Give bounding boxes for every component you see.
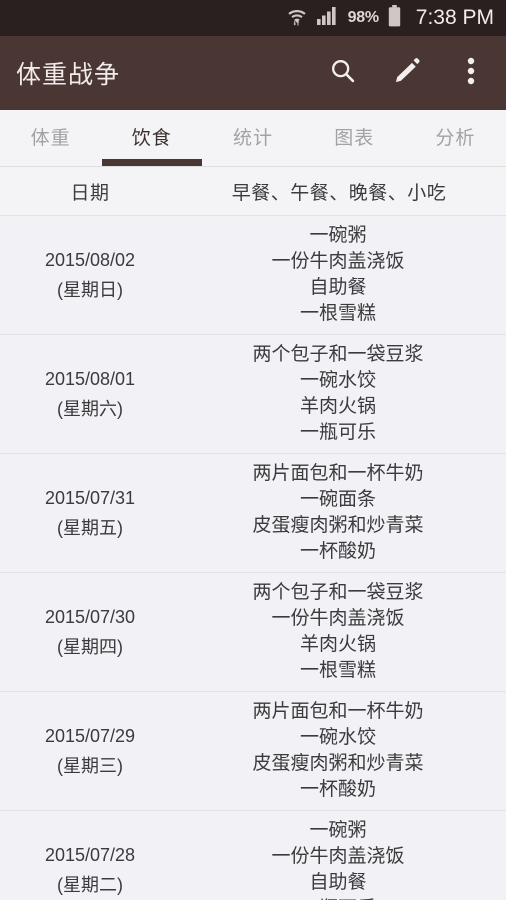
edit-button[interactable] — [390, 56, 424, 90]
meal-line: 一份牛肉盖浇饭 — [271, 251, 405, 272]
app-bar-actions — [326, 56, 488, 90]
meal-line: 两片面包和一杯牛奶 — [252, 463, 424, 484]
meal-line: 一份牛肉盖浇饭 — [271, 846, 405, 867]
status-bar-icons: 98% 7:38 PM — [286, 4, 494, 32]
meal-line: 一瓶可乐 — [180, 896, 496, 900]
table-column-header: 日期 早餐、午餐、晚餐、小吃 — [0, 167, 506, 216]
meal-line: 羊肉火锅 — [299, 396, 376, 417]
meal-line: 一碗粥 — [309, 225, 367, 246]
meal-line: 一瓶可乐 — [299, 422, 376, 443]
meal-line: 一份牛肉盖浇饭 — [271, 608, 405, 629]
column-header-meals: 早餐、午餐、晚餐、小吃 — [231, 182, 447, 204]
battery-icon — [388, 4, 401, 32]
meal-line: 两个包子和一袋豆浆 — [252, 582, 424, 603]
row-date-cell: 2015/07/31 (星期五) — [0, 483, 180, 543]
tab-diet[interactable]: 饮食 — [101, 110, 202, 166]
row-date: 2015/07/30 — [44, 607, 136, 627]
row-date-cell: 2015/07/29 (星期三) — [0, 721, 180, 781]
row-meals-cell: 两片面包和一杯牛奶 一碗水饺皮蛋瘦肉粥和炒青菜 一杯酸奶 — [180, 692, 506, 810]
tab-charts[interactable]: 图表 — [304, 110, 405, 166]
row-weekday: (星期六) — [57, 399, 123, 419]
row-date: 2015/08/01 — [44, 369, 136, 389]
meal-line: 一碗水饺 — [299, 370, 376, 391]
battery-percent-label: 98% — [347, 9, 379, 26]
row-meals-cell: 一碗粥一份牛肉盖浇饭自助餐一瓶可乐 — [180, 811, 506, 900]
table-row[interactable]: 2015/07/31 (星期五) 两片面包和一杯牛奶 一碗面条皮蛋瘦肉粥和炒青菜 一杯酸… — [0, 454, 506, 573]
meal-line: 一碗粥 — [309, 820, 367, 841]
meal-line: 两个包子和一袋豆浆 — [252, 344, 424, 365]
status-bar: 98% 7:38 PM — [0, 0, 506, 36]
row-weekday: (星期五) — [57, 518, 123, 538]
row-meals-cell: 两个包子和一袋豆浆 一碗水饺羊肉火锅一瓶可乐 — [180, 335, 506, 453]
table-row[interactable]: 2015/07/30 (星期四) 两个包子和一袋豆浆 一份牛肉盖浇饭 羊肉火锅一根雪糕 — [0, 573, 506, 692]
row-date-cell: 2015/07/28 (星期二) — [0, 840, 180, 900]
table-row[interactable]: 2015/07/29 (星期三) 两片面包和一杯牛奶 一碗水饺皮蛋瘦肉粥和炒青菜 一杯酸… — [0, 692, 506, 811]
search-icon — [329, 57, 357, 90]
tab-stats[interactable]: 统计 — [202, 110, 303, 166]
row-weekday: (星期二) — [57, 875, 123, 895]
tab-analysis[interactable]: 分析 — [405, 110, 506, 166]
meal-line: 一根雪糕 — [299, 303, 376, 324]
row-meals-cell: 两个包子和一袋豆浆 一份牛肉盖浇饭 羊肉火锅一根雪糕 — [180, 573, 506, 691]
row-date-cell: 2015/08/02 (星期日) — [0, 245, 180, 305]
meal-line: 皮蛋瘦肉粥和炒青菜 — [252, 515, 424, 536]
app-bar: 体重战争 — [0, 36, 506, 110]
column-header-date: 日期 — [70, 182, 110, 204]
cellular-signal-icon — [316, 6, 339, 31]
edit-icon — [393, 57, 421, 90]
meal-line: 两片面包和一杯牛奶 — [252, 701, 424, 722]
tab-weight[interactable]: 体重 — [0, 110, 101, 166]
diet-list: 2015/08/02 (星期日) 一碗粥 一份牛肉盖浇饭 自助餐 一根雪糕 2015/08/… — [0, 216, 506, 900]
table-row[interactable]: 2015/08/01 (星期六) 两个包子和一袋豆浆 一碗水饺羊肉火锅一瓶可乐 — [0, 335, 506, 454]
row-weekday: (星期四) — [57, 637, 123, 657]
row-date: 2015/08/02 — [44, 250, 136, 270]
meal-line: 一碗面条 — [299, 489, 376, 510]
row-date: 2015/07/31 — [44, 488, 136, 508]
row-meals-cell: 两片面包和一杯牛奶 一碗面条皮蛋瘦肉粥和炒青菜 一杯酸奶 — [180, 454, 506, 572]
meal-line: 一碗水饺 — [299, 727, 376, 748]
meal-line: 羊肉火锅 — [299, 634, 376, 655]
overflow-menu-button[interactable] — [454, 56, 488, 90]
row-weekday: (星期日) — [57, 280, 123, 300]
table-row[interactable]: 2015/08/02 (星期日) 一碗粥一份牛肉盖浇饭 自助餐一根雪糕 — [0, 216, 506, 335]
row-weekday: (星期三) — [57, 756, 123, 776]
status-bar-clock: 7:38 PM — [415, 6, 494, 29]
row-date: 2015/07/28 — [44, 845, 136, 865]
row-date: 2015/07/29 — [44, 726, 136, 746]
meal-line: 一根雪糕 — [299, 660, 376, 681]
overflow-menu-icon — [467, 56, 475, 91]
wifi-icon — [286, 5, 308, 32]
app-root: 98% 7:38 PM 体重战争 体重 饮食 统计 图表 分析 日期 早餐、午餐… — [0, 0, 506, 900]
row-date-cell: 2015/07/30 (星期四) — [0, 602, 180, 662]
meal-line: 一杯酸奶 — [299, 541, 376, 562]
meal-line: 自助餐 — [309, 277, 367, 298]
search-button[interactable] — [326, 56, 360, 90]
row-date-cell: 2015/08/01 (星期六) — [0, 364, 180, 424]
row-meals-cell: 一碗粥一份牛肉盖浇饭 自助餐一根雪糕 — [180, 216, 506, 334]
meal-line: 一杯酸奶 — [299, 779, 376, 800]
meal-line: 自助餐 — [309, 872, 367, 893]
tab-bar: 体重 饮食 统计 图表 分析 — [0, 110, 506, 167]
app-title: 体重战争 — [16, 61, 121, 89]
meal-line: 皮蛋瘦肉粥和炒青菜 — [252, 753, 424, 774]
table-row[interactable]: 2015/07/28 (星期二) 一碗粥一份牛肉盖浇饭自助餐一瓶可乐 — [0, 811, 506, 900]
